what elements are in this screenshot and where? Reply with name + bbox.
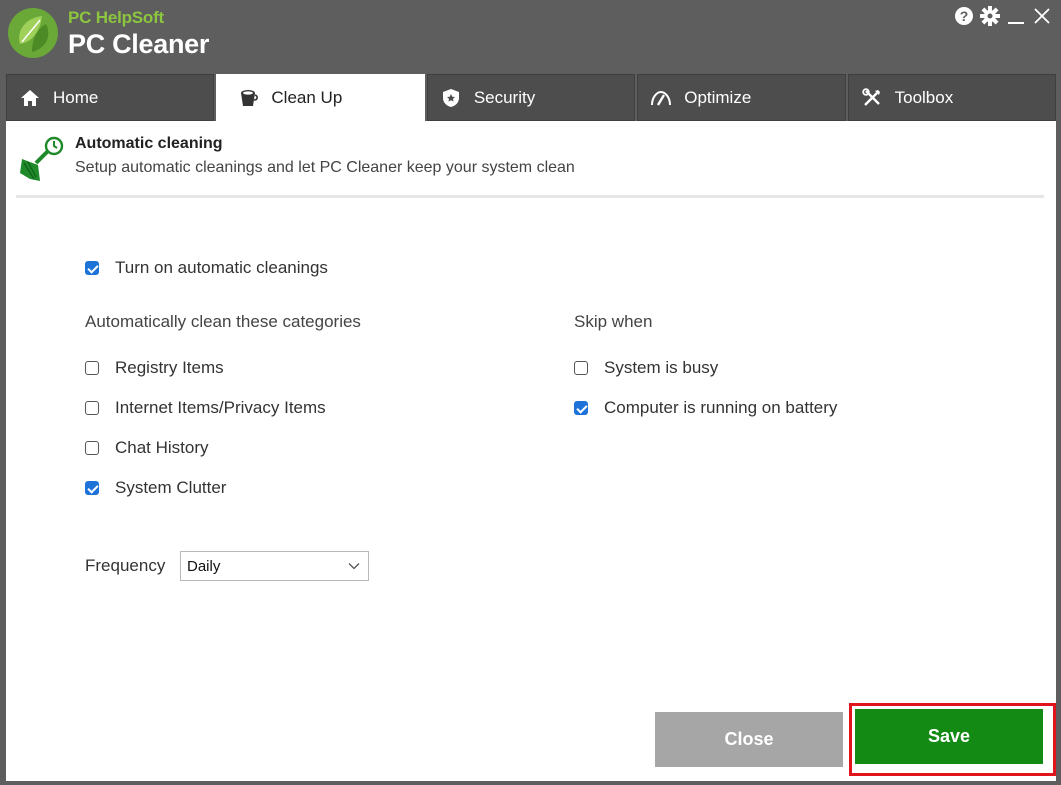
tab-security[interactable]: Security: [426, 74, 636, 121]
app-title: PC Cleaner: [68, 29, 210, 59]
clean-up-panel: Automatic cleaning Setup automatic clean…: [6, 121, 1056, 781]
checkbox-label: Turn on automatic cleanings: [115, 258, 328, 277]
checkbox-label: Computer is running on battery: [604, 398, 838, 417]
tab-home[interactable]: Home: [6, 74, 215, 121]
main-tabs: Home Clean Up Security Optimize Toolbox: [6, 74, 1057, 121]
checkbox-unchecked[interactable]: [85, 401, 99, 415]
skip-busy-checkbox[interactable]: System is busy: [574, 358, 718, 378]
svg-text:?: ?: [960, 8, 969, 24]
speedometer-icon: [650, 88, 672, 108]
tab-label: Security: [473, 87, 536, 107]
checkbox-unchecked[interactable]: [85, 361, 99, 375]
checkbox-label: System Clutter: [115, 478, 227, 497]
tab-toolbox[interactable]: Toolbox: [847, 74, 1057, 121]
checkbox-checked[interactable]: [85, 261, 99, 275]
tab-label: Toolbox: [894, 87, 954, 107]
chevron-down-icon: [348, 563, 360, 570]
tab-clean-up[interactable]: Clean Up: [216, 74, 425, 121]
title-bar: PC HelpSoft PC Cleaner ?: [0, 0, 1061, 72]
checkbox-label: Registry Items: [115, 358, 224, 377]
checkbox-unchecked[interactable]: [574, 361, 588, 375]
leaf-logo-icon: [8, 8, 58, 58]
skip-heading: Skip when: [574, 312, 653, 331]
tab-label: Home: [53, 87, 99, 107]
category-registry-checkbox[interactable]: Registry Items: [85, 358, 224, 378]
save-button[interactable]: Save: [855, 709, 1043, 764]
tab-optimize[interactable]: Optimize: [637, 74, 846, 121]
brand-company: PC HelpSoft: [68, 8, 165, 27]
category-chat-checkbox[interactable]: Chat History: [85, 438, 209, 458]
minimize-icon[interactable]: [1005, 5, 1027, 27]
checkbox-label: System is busy: [604, 358, 719, 377]
checkbox-label: Chat History: [115, 438, 209, 457]
tab-label: Optimize: [684, 87, 752, 107]
header-divider: [16, 195, 1044, 198]
window-controls: ?: [953, 4, 1053, 28]
skip-battery-checkbox[interactable]: Computer is running on battery: [574, 398, 837, 418]
checkbox-label: Internet Items/Privacy Items: [115, 398, 326, 417]
help-icon[interactable]: ?: [953, 5, 975, 27]
categories-heading: Automatically clean these categories: [85, 312, 361, 331]
category-internet-checkbox[interactable]: Internet Items/Privacy Items: [85, 398, 326, 418]
checkbox-checked[interactable]: [85, 481, 99, 495]
checkbox-checked[interactable]: [574, 401, 588, 415]
shield-icon: [440, 88, 462, 108]
frequency-select[interactable]: Daily: [180, 551, 369, 581]
close-icon[interactable]: [1031, 5, 1053, 27]
gear-icon[interactable]: [979, 5, 1001, 27]
broom-clock-icon: [20, 136, 64, 181]
section-title: Automatic cleaning: [75, 135, 223, 152]
tab-label: Clean Up: [271, 87, 343, 107]
tools-icon: [861, 87, 883, 108]
category-clutter-checkbox[interactable]: System Clutter: [85, 478, 226, 498]
checkbox-unchecked[interactable]: [85, 441, 99, 455]
frequency-label: Frequency: [85, 556, 166, 575]
section-subtitle: Setup automatic cleanings and let PC Cle…: [75, 159, 575, 176]
bucket-icon: [237, 88, 259, 108]
frequency-value: Daily: [187, 557, 221, 575]
auto-cleaning-checkbox[interactable]: Turn on automatic cleanings: [85, 258, 328, 278]
close-button[interactable]: Close: [655, 712, 843, 767]
home-icon: [19, 88, 41, 108]
